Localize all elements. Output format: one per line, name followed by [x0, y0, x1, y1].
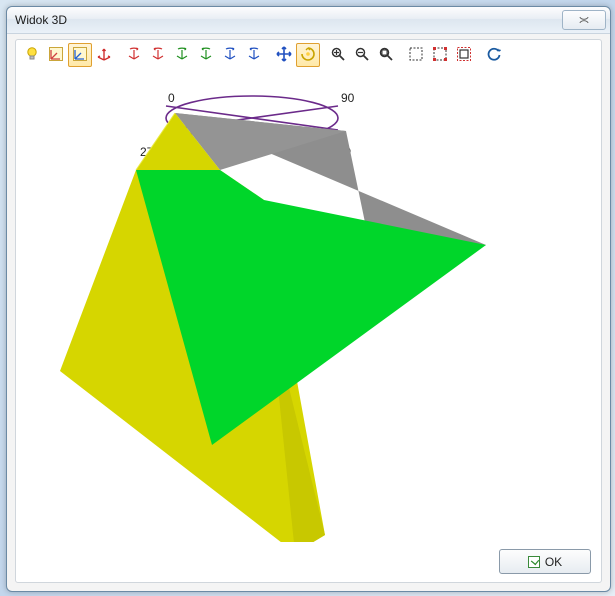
light-bulb-button[interactable]	[20, 43, 44, 67]
orbit-icon	[300, 46, 316, 65]
dialog-body: 0 90 180 270 OK	[15, 39, 602, 583]
zoom-fit-icon	[378, 46, 394, 65]
zoom-out-icon	[354, 46, 370, 65]
pan-button[interactable]	[272, 43, 296, 67]
select-all-button[interactable]	[452, 43, 476, 67]
window-title: Widok 3D	[15, 13, 562, 27]
axis-global-icon	[96, 46, 112, 65]
rotate-z-minus-icon	[246, 46, 262, 65]
zoom-in-button[interactable]	[326, 43, 350, 67]
rotate-y-minus-icon	[198, 46, 214, 65]
close-button[interactable]	[562, 10, 606, 30]
dialog-window: Widok 3D 0 90 180 270	[6, 6, 611, 592]
zoom-fit-button[interactable]	[374, 43, 398, 67]
zoom-in-icon	[330, 46, 346, 65]
ok-button[interactable]: OK	[499, 549, 591, 574]
viewport-3d[interactable]: 0 90 180 270	[20, 70, 597, 542]
axes-toggle-1-icon	[48, 46, 64, 65]
rotate-y-minus-button[interactable]	[194, 43, 218, 67]
pan-icon	[276, 46, 292, 65]
axis-global-button[interactable]	[92, 43, 116, 67]
rotate-x-minus-button[interactable]	[146, 43, 170, 67]
scene-3d	[20, 70, 597, 542]
rotate-x-plus-icon	[126, 46, 142, 65]
dialog-footer: OK	[499, 549, 591, 574]
select-all-icon	[456, 46, 472, 65]
axes-toggle-1-button[interactable]	[44, 43, 68, 67]
toolbar	[16, 40, 601, 70]
rotate-x-minus-icon	[150, 46, 166, 65]
light-bulb-icon	[24, 46, 40, 65]
select-window-icon	[408, 46, 424, 65]
orbit-button[interactable]	[296, 43, 320, 67]
rotate-z-minus-button[interactable]	[242, 43, 266, 67]
select-window-button[interactable]	[404, 43, 428, 67]
axes-toggle-2-icon	[72, 46, 88, 65]
select-crossing-icon	[432, 46, 448, 65]
rotate-y-plus-icon	[174, 46, 190, 65]
refresh-button[interactable]	[482, 43, 506, 67]
title-bar: Widok 3D	[7, 7, 610, 34]
zoom-out-button[interactable]	[350, 43, 374, 67]
select-crossing-button[interactable]	[428, 43, 452, 67]
close-icon	[577, 15, 591, 25]
rotate-x-plus-button[interactable]	[122, 43, 146, 67]
ok-button-label: OK	[545, 555, 562, 569]
rotate-y-plus-button[interactable]	[170, 43, 194, 67]
refresh-icon	[486, 46, 502, 65]
rotate-z-plus-button[interactable]	[218, 43, 242, 67]
axes-toggle-2-button[interactable]	[68, 43, 92, 67]
rotate-z-plus-icon	[222, 46, 238, 65]
check-icon	[528, 556, 540, 568]
